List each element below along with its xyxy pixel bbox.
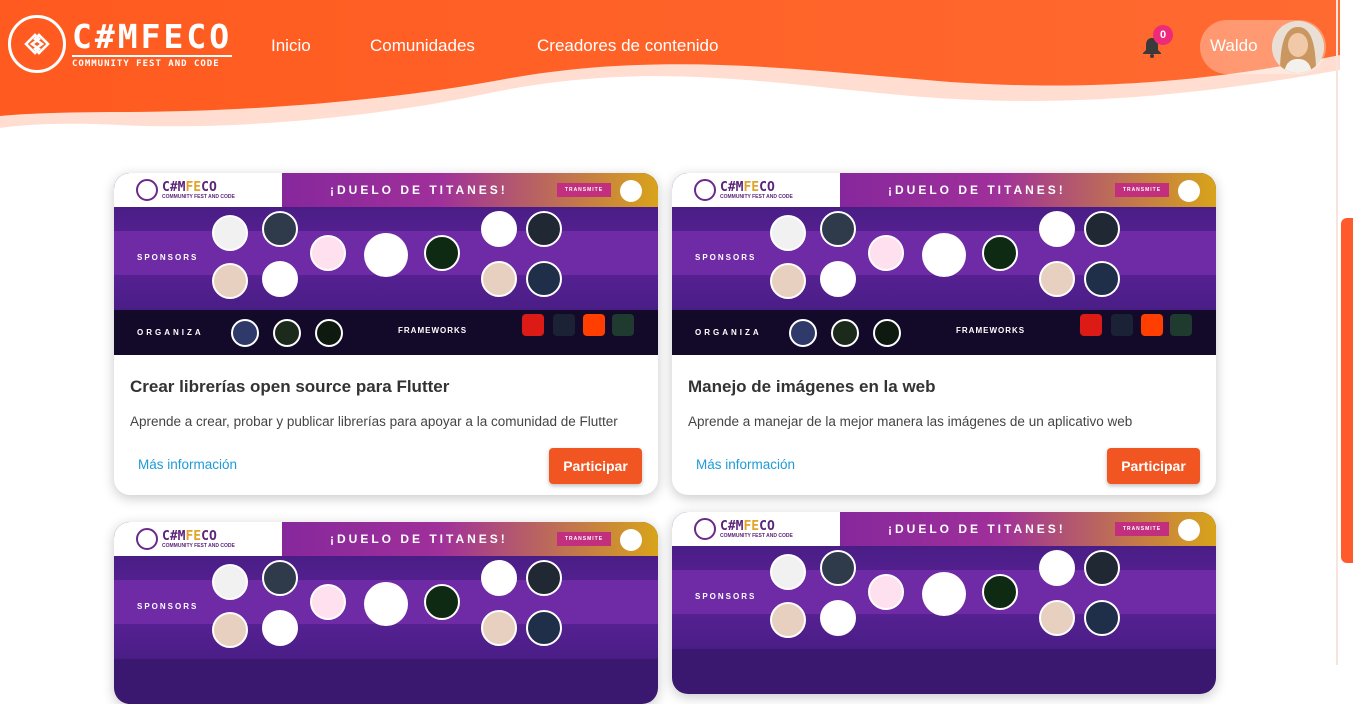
event-card: C#MFECO COMMUNITY FEST AND CODE ¡DUELO D… [672,173,1216,495]
banner-headline: ¡DUELO DE TITANES! [330,532,508,546]
banner-frameworks-label: FRAMEWORKS [398,326,468,335]
event-banner-image: C#MFECO COMMUNITY FEST AND CODE ¡DUELO D… [114,522,658,704]
crown-icon [620,529,642,551]
vue-icon [1170,314,1192,336]
banner-headline: ¡DUELO DE TITANES! [330,183,508,197]
react-icon [553,314,575,336]
nav-item-inicio[interactable]: Inicio [271,36,311,56]
scrollbar-thumb[interactable] [1341,218,1353,563]
user-menu[interactable]: Waldo [1200,20,1326,74]
banner-sponsors-label: SPONSORS [137,253,199,262]
event-banner-image: C#MFECO COMMUNITY FEST AND CODE ¡DUELO D… [114,173,658,355]
nav-item-comunidades[interactable]: Comunidades [370,36,475,56]
card-title: Manejo de imágenes en la web [688,377,936,396]
banner-transmite: TRANSMITE [1115,183,1169,197]
scroll-track [1336,0,1338,665]
banner-transmite: TRANSMITE [557,183,611,197]
svelte-icon [1141,314,1163,336]
angular-icon [1080,314,1102,336]
crown-icon [1178,519,1200,541]
banner-organiza-label: ORGANIZA [695,328,762,337]
event-banner-image: C#MFECO COMMUNITY FEST AND CODE ¡DUELO D… [672,173,1216,355]
event-banner-image: C#MFECO COMMUNITY FEST AND CODE ¡DUELO D… [672,512,1216,694]
card-title: Crear librerías open source para Flutter [130,377,450,396]
banner-frameworks-label: FRAMEWORKS [956,326,1026,335]
crown-icon [1178,180,1200,202]
event-card: C#MFECO COMMUNITY FEST AND CODE ¡DUELO D… [114,522,658,704]
more-info-link[interactable]: Más información [696,457,795,472]
banner-headline: ¡DUELO DE TITANES! [888,183,1066,197]
banner-logo-icon [694,518,716,540]
participate-button[interactable]: Participar [1107,448,1200,484]
user-name: Waldo [1210,36,1258,55]
banner-transmite: TRANSMITE [557,532,611,546]
banner-logo-icon [694,179,716,201]
banner-sponsors-label: SPONSORS [137,602,199,611]
more-info-link[interactable]: Más información [138,457,237,472]
banner-headline: ¡DUELO DE TITANES! [888,522,1066,536]
participate-button[interactable]: Participar [549,448,642,484]
avatar [1272,21,1324,73]
banner-logo-icon [136,179,158,201]
brand-title: C#MFECO [72,16,233,56]
event-card: C#MFECO COMMUNITY FEST AND CODE ¡DUELO D… [114,173,658,495]
vue-icon [612,314,634,336]
crown-icon [620,180,642,202]
banner-sponsors-label: SPONSORS [695,592,757,601]
card-description: Aprende a crear, probar y publicar libre… [130,414,618,429]
event-card: C#MFECO COMMUNITY FEST AND CODE ¡DUELO D… [672,512,1216,694]
banner-transmite: TRANSMITE [1115,522,1169,536]
banner-sponsors-label: SPONSORS [695,253,757,262]
svelte-icon [583,314,605,336]
notification-count-badge: 0 [1153,25,1173,45]
logo-mark-icon [8,15,66,73]
react-icon [1111,314,1133,336]
banner-organiza-label: ORGANIZA [137,328,204,337]
card-description: Aprende a manejar de la mejor manera las… [688,414,1133,429]
header: C#MFECO COMMUNITY FEST AND CODE Inicio C… [0,0,1353,145]
angular-icon [522,314,544,336]
brand-subtitle: COMMUNITY FEST AND CODE [72,54,233,70]
nav-item-creadores[interactable]: Creadores de contenido [537,36,718,56]
brand-logo[interactable]: C#MFECO COMMUNITY FEST AND CODE [8,13,233,75]
banner-logo-icon [136,528,158,550]
